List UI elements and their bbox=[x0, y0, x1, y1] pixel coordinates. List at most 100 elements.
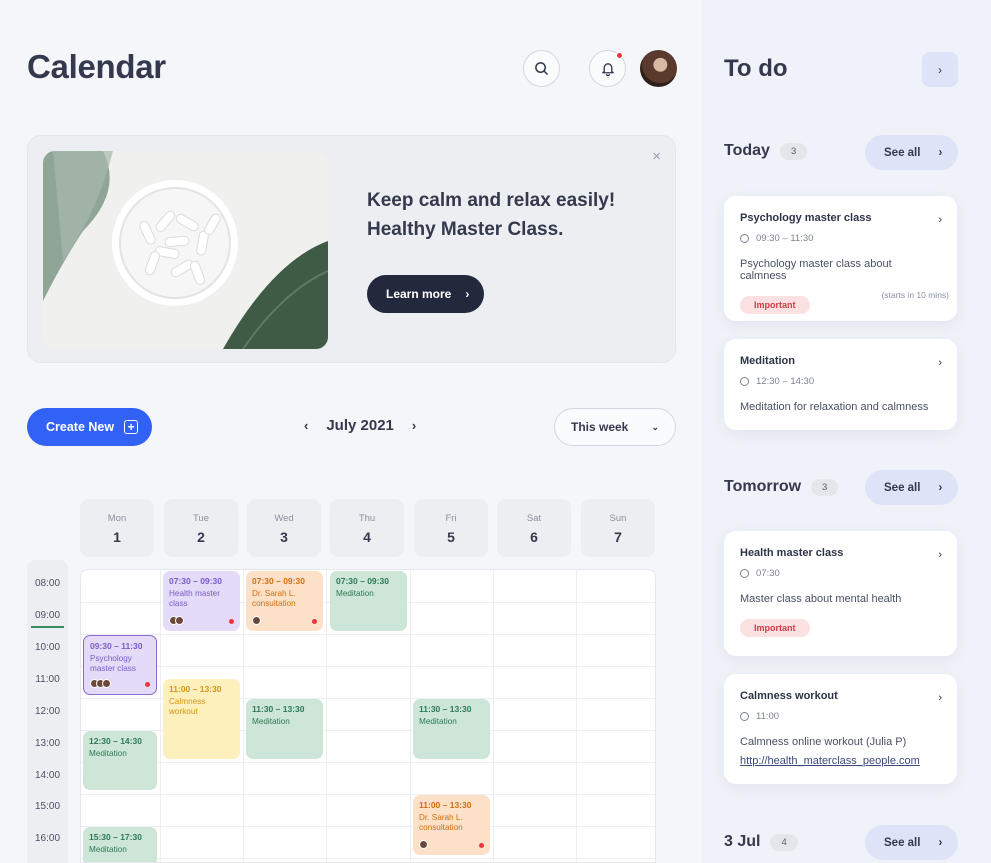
time-label: 15:00 bbox=[34, 801, 61, 812]
day-name: Fri bbox=[445, 513, 457, 524]
card-time-value: 11:00 bbox=[756, 711, 780, 722]
attendee-avatars bbox=[90, 679, 111, 688]
event-title: Dr. Sarah L. consultation bbox=[252, 588, 296, 609]
see-all-3-jul-button[interactable]: See all › bbox=[865, 825, 958, 860]
todo-card[interactable]: Psychology master class › 09:30 – 11:30 … bbox=[724, 196, 957, 321]
card-title: Calmness workout bbox=[740, 690, 838, 702]
event-psychology-master-class[interactable]: 09:30 – 11:30 Psychology master class bbox=[83, 635, 157, 695]
grid-line bbox=[81, 826, 655, 827]
todo-card[interactable]: Calmness workout › 11:00 Calmness online… bbox=[724, 674, 957, 784]
banner-title: Keep calm and relax easily! Healthy Mast… bbox=[367, 186, 637, 244]
time-column: 08:00 09:00 10:00 11:00 12:00 13:00 14:0… bbox=[27, 560, 68, 863]
event-title: Meditation bbox=[89, 748, 127, 758]
section-3-jul: 3 Jul 4 bbox=[724, 833, 798, 851]
grid-line bbox=[81, 762, 655, 763]
clock-icon bbox=[740, 712, 749, 721]
event-health-master-class[interactable]: 07:30 – 09:30 Health master class bbox=[163, 571, 240, 631]
event-consultation[interactable]: 11:00 – 13:30 Dr. Sarah L. consultation bbox=[413, 795, 490, 855]
day-header-tue[interactable]: Tue 2 bbox=[164, 499, 238, 557]
range-select[interactable]: This week ⌄ bbox=[554, 408, 676, 446]
day-number: 6 bbox=[530, 529, 538, 545]
event-time: 11:00 – 13:30 bbox=[169, 684, 222, 694]
time-label: 10:00 bbox=[34, 642, 61, 653]
time-label: 16:00 bbox=[34, 833, 61, 844]
day-name: Mon bbox=[107, 513, 127, 524]
month-navigator: ‹ July 2021 › bbox=[304, 417, 416, 434]
grid-line bbox=[243, 570, 244, 862]
learn-more-label: Learn more bbox=[386, 287, 452, 301]
chevron-right-icon: › bbox=[938, 62, 942, 77]
day-header-thu[interactable]: Thu 4 bbox=[330, 499, 404, 557]
grid-line bbox=[410, 570, 411, 862]
event-meditation[interactable]: 11:30 – 13:30 Meditation bbox=[413, 699, 490, 759]
event-consultation[interactable]: 07:30 – 09:30 Dr. Sarah L. consultation bbox=[246, 571, 323, 631]
section-title: Today bbox=[724, 142, 770, 159]
see-all-label: See all bbox=[884, 836, 921, 849]
day-header-mon[interactable]: Mon 1 bbox=[80, 499, 154, 557]
card-time: 07:30 bbox=[740, 568, 941, 579]
alert-dot bbox=[312, 619, 317, 624]
event-meditation[interactable]: 11:30 – 13:30 Meditation bbox=[246, 699, 323, 759]
chevron-right-icon: › bbox=[465, 287, 470, 301]
chevron-right-icon: › bbox=[938, 146, 943, 159]
chevron-down-icon: ⌄ bbox=[651, 421, 659, 432]
event-title: Psychology master class bbox=[90, 653, 136, 674]
time-label: 11:00 bbox=[35, 674, 60, 685]
event-meditation[interactable]: 07:30 – 09:30 Meditation bbox=[330, 571, 407, 631]
card-description: Calmness online workout (Julia P) bbox=[740, 736, 907, 748]
day-number: 3 bbox=[280, 529, 288, 545]
chevron-right-icon: › bbox=[938, 214, 942, 226]
attendee-avatars bbox=[252, 616, 261, 625]
notification-dot bbox=[616, 52, 623, 59]
next-month-icon[interactable]: › bbox=[412, 418, 416, 433]
search-icon bbox=[535, 62, 548, 75]
day-header-wed[interactable]: Wed 3 bbox=[247, 499, 321, 557]
prev-month-icon[interactable]: ‹ bbox=[304, 418, 308, 433]
alert-dot bbox=[479, 843, 484, 848]
event-title: Health master class bbox=[169, 588, 220, 609]
event-time: 09:30 – 11:30 bbox=[90, 641, 143, 651]
card-title: Meditation bbox=[740, 355, 795, 367]
bell-icon bbox=[601, 63, 614, 76]
learn-more-button[interactable]: Learn more › bbox=[367, 275, 484, 313]
event-title: Meditation bbox=[336, 588, 374, 598]
day-header-sun[interactable]: Sun 7 bbox=[581, 499, 655, 557]
event-meditation[interactable]: 12:30 – 14:30 Meditation bbox=[83, 731, 157, 790]
page-title: Calendar bbox=[27, 48, 166, 85]
todo-card[interactable]: Health master class › 07:30 Master class… bbox=[724, 531, 957, 656]
time-label: 08:00 bbox=[34, 578, 61, 589]
create-new-button[interactable]: Create New + bbox=[27, 408, 152, 446]
see-all-tomorrow-button[interactable]: See all › bbox=[865, 470, 958, 505]
plus-icon: + bbox=[124, 420, 139, 434]
chevron-right-icon: › bbox=[938, 549, 942, 561]
avatar[interactable] bbox=[640, 50, 677, 87]
important-tag: Important bbox=[740, 619, 810, 637]
month-label: July 2021 bbox=[326, 417, 394, 434]
calendar-grid[interactable]: 07:30 – 09:30 Health master class 11:00 … bbox=[80, 569, 656, 863]
card-time: 09:30 – 11:30 bbox=[740, 233, 941, 244]
close-icon[interactable]: × bbox=[652, 148, 661, 165]
todo-card[interactable]: Meditation › 12:30 – 14:30 Meditation fo… bbox=[724, 339, 957, 430]
create-new-label: Create New bbox=[46, 420, 115, 434]
event-calmness-workout[interactable]: 11:00 – 13:30 Calmness workout bbox=[163, 679, 240, 759]
event-title: Meditation bbox=[419, 716, 457, 726]
day-header-sat[interactable]: Sat 6 bbox=[497, 499, 571, 557]
day-header-fri[interactable]: Fri 5 bbox=[414, 499, 488, 557]
grid-line bbox=[81, 666, 655, 667]
chevron-right-icon: › bbox=[938, 357, 942, 369]
day-name: Sun bbox=[609, 513, 627, 524]
event-meditation[interactable]: 15:30 – 17:30 Meditation bbox=[83, 827, 157, 862]
expand-todo-button[interactable]: › bbox=[922, 52, 958, 87]
range-value: This week bbox=[571, 420, 629, 434]
card-time-value: 07:30 bbox=[756, 568, 780, 579]
section-title: 3 Jul bbox=[724, 833, 761, 850]
grid-line bbox=[81, 634, 655, 635]
grid-line bbox=[81, 794, 655, 795]
event-time: 11:30 – 13:30 bbox=[252, 704, 305, 714]
notifications-button[interactable] bbox=[589, 50, 626, 87]
search-button[interactable] bbox=[523, 50, 560, 87]
card-time: 12:30 – 14:30 bbox=[740, 376, 941, 387]
see-all-today-button[interactable]: See all › bbox=[865, 135, 958, 170]
card-title: Psychology master class bbox=[740, 212, 872, 224]
card-link[interactable]: http://health_materclass_people.com bbox=[740, 755, 941, 767]
